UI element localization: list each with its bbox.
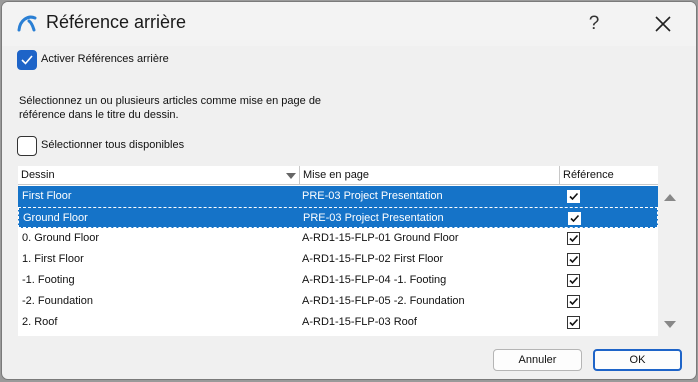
- reference-checkbox[interactable]: [567, 190, 580, 203]
- dialog-title: Référence arrière: [46, 12, 187, 32]
- cell-dessin: First Floor: [22, 190, 72, 202]
- sort-down-icon[interactable]: [286, 173, 296, 179]
- cell-dessin: 2. Roof: [22, 316, 58, 328]
- checkmark-icon: [569, 318, 579, 327]
- app-logo-icon: [16, 12, 38, 34]
- cell-mise-en-page: A-RD1-15-FLP-04 -1. Footing: [302, 274, 447, 286]
- cell-mise-en-page: A-RD1-15-FLP-02 First Floor: [302, 253, 444, 265]
- table-row[interactable]: Ground Floor PRE-03 Project Presentation: [18, 207, 658, 228]
- reference-checkbox[interactable]: [567, 274, 580, 287]
- checkmark-icon: [570, 214, 580, 223]
- cell-dessin: -1. Footing: [22, 274, 75, 286]
- checkmark-icon: [569, 255, 579, 264]
- ok-button[interactable]: OK: [593, 349, 682, 371]
- select-all-label: Sélectionner tous disponibles: [41, 139, 185, 151]
- cell-mise-en-page: A-RD1-15-FLP-05 -2. Foundation: [302, 295, 465, 307]
- reference-table: Dessin Mise en page Référence First Floo…: [18, 166, 658, 336]
- reference-dialog: Référence arrière ? Activer Références a…: [1, 1, 697, 380]
- cell-dessin: Ground Floor: [23, 212, 88, 224]
- checkmark-icon: [569, 234, 579, 243]
- cancel-button[interactable]: Annuler: [493, 349, 582, 371]
- activate-back-reference-label: Activer Références arrière: [41, 53, 169, 65]
- close-button[interactable]: [646, 8, 680, 40]
- reference-checkbox[interactable]: [567, 295, 580, 308]
- activate-back-reference-checkbox[interactable]: [17, 50, 37, 70]
- cell-dessin: -2. Foundation: [22, 295, 93, 307]
- cell-mise-en-page: A-RD1-15-FLP-01 Ground Floor: [302, 232, 459, 244]
- table-row[interactable]: 0. Ground Floor A-RD1-15-FLP-01 Ground Fl…: [18, 228, 658, 249]
- table-row[interactable]: 2. Roof A-RD1-15-FLP-03 Roof: [18, 312, 658, 333]
- help-button[interactable]: ?: [577, 8, 611, 40]
- table-row[interactable]: First Floor PRE-03 Project Presentation: [18, 186, 658, 207]
- help-icon: ?: [588, 13, 600, 34]
- reference-checkbox[interactable]: [567, 232, 580, 245]
- checkmark-icon: [569, 276, 579, 285]
- table-row[interactable]: -2. Foundation A-RD1-15-FLP-05 -2. Founda…: [18, 291, 658, 312]
- reference-checkbox[interactable]: [568, 212, 581, 225]
- close-icon: [655, 16, 671, 32]
- checkmark-icon: [569, 192, 579, 201]
- cell-dessin: 0. Ground Floor: [22, 232, 100, 244]
- table-row[interactable]: -1. Footing A-RD1-15-FLP-04 -1. Footing: [18, 270, 658, 291]
- cell-mise-en-page: PRE-03 Project Presentation: [302, 190, 443, 202]
- checkmark-icon: [569, 297, 579, 306]
- reference-checkbox[interactable]: [567, 253, 580, 266]
- scroll-down-icon[interactable]: [664, 321, 676, 328]
- table-header: Dessin Mise en page Référence: [18, 166, 658, 185]
- table-row[interactable]: 1. First Floor A-RD1-15-FLP-02 First Floo…: [18, 249, 658, 270]
- reference-checkbox[interactable]: [567, 316, 580, 329]
- cell-mise-en-page: A-RD1-15-FLP-03 Roof: [302, 316, 417, 328]
- cell-mise-en-page: PRE-03 Project Presentation: [303, 212, 444, 224]
- scroll-up-icon[interactable]: [664, 194, 676, 201]
- checkmark-icon: [21, 55, 33, 65]
- title-bar: Référence arrière ?: [2, 2, 696, 46]
- description-text: Sélectionnez un ou plusieurs articles co…: [19, 95, 322, 121]
- column-header-dessin[interactable]: Dessin: [18, 166, 300, 185]
- select-all-checkbox[interactable]: [17, 136, 37, 156]
- column-header-reference[interactable]: Référence: [560, 166, 658, 185]
- column-header-mise-en-page[interactable]: Mise en page: [300, 166, 560, 185]
- cell-dessin: 1. First Floor: [22, 253, 84, 265]
